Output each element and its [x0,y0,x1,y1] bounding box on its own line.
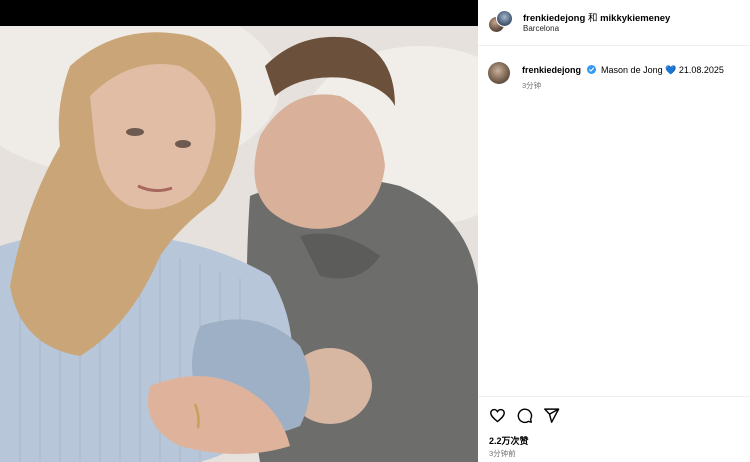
post-header: frenkiedejong 和 mikkykiemeney Barcelona [478,0,750,46]
caption-date: 21.08.2025 [678,65,724,75]
avatar[interactable] [496,10,513,27]
verified-badge-icon [586,65,596,74]
post-media[interactable] [0,0,478,462]
avatar[interactable] [488,62,510,84]
collab-avatars[interactable] [488,10,514,36]
caption-username[interactable]: frenkiedejong [522,65,581,75]
share-icon[interactable] [543,407,560,424]
post-photo[interactable] [0,26,478,462]
heart-icon[interactable] [489,407,506,424]
caption-text: frenkiedejong Mason de Jong 💙 21.08.2025 [522,65,724,76]
action-bar: 2.2万次赞 3分钟前 [478,396,750,462]
post-timestamp: 3分钟前 [489,449,516,458]
like-count[interactable]: 2.2万次赞 [489,434,529,447]
header-usernames: frenkiedejong 和 mikkykiemeney [523,10,670,24]
photo-illustration [0,26,478,462]
blue-heart-emoji: 💙 [665,65,677,75]
comment-icon[interactable] [516,407,533,424]
joiner-text: 和 [587,13,598,24]
location-link[interactable]: Barcelona [523,24,559,33]
username-link[interactable]: mikkykiemeney [600,13,670,24]
caption-body: Mason de Jong [601,65,663,75]
caption-timestamp: 3分钟 [522,81,542,90]
post-side-panel: frenkiedejong 和 mikkykiemeney Barcelona … [478,0,750,462]
username-link[interactable]: frenkiedejong [523,13,585,24]
